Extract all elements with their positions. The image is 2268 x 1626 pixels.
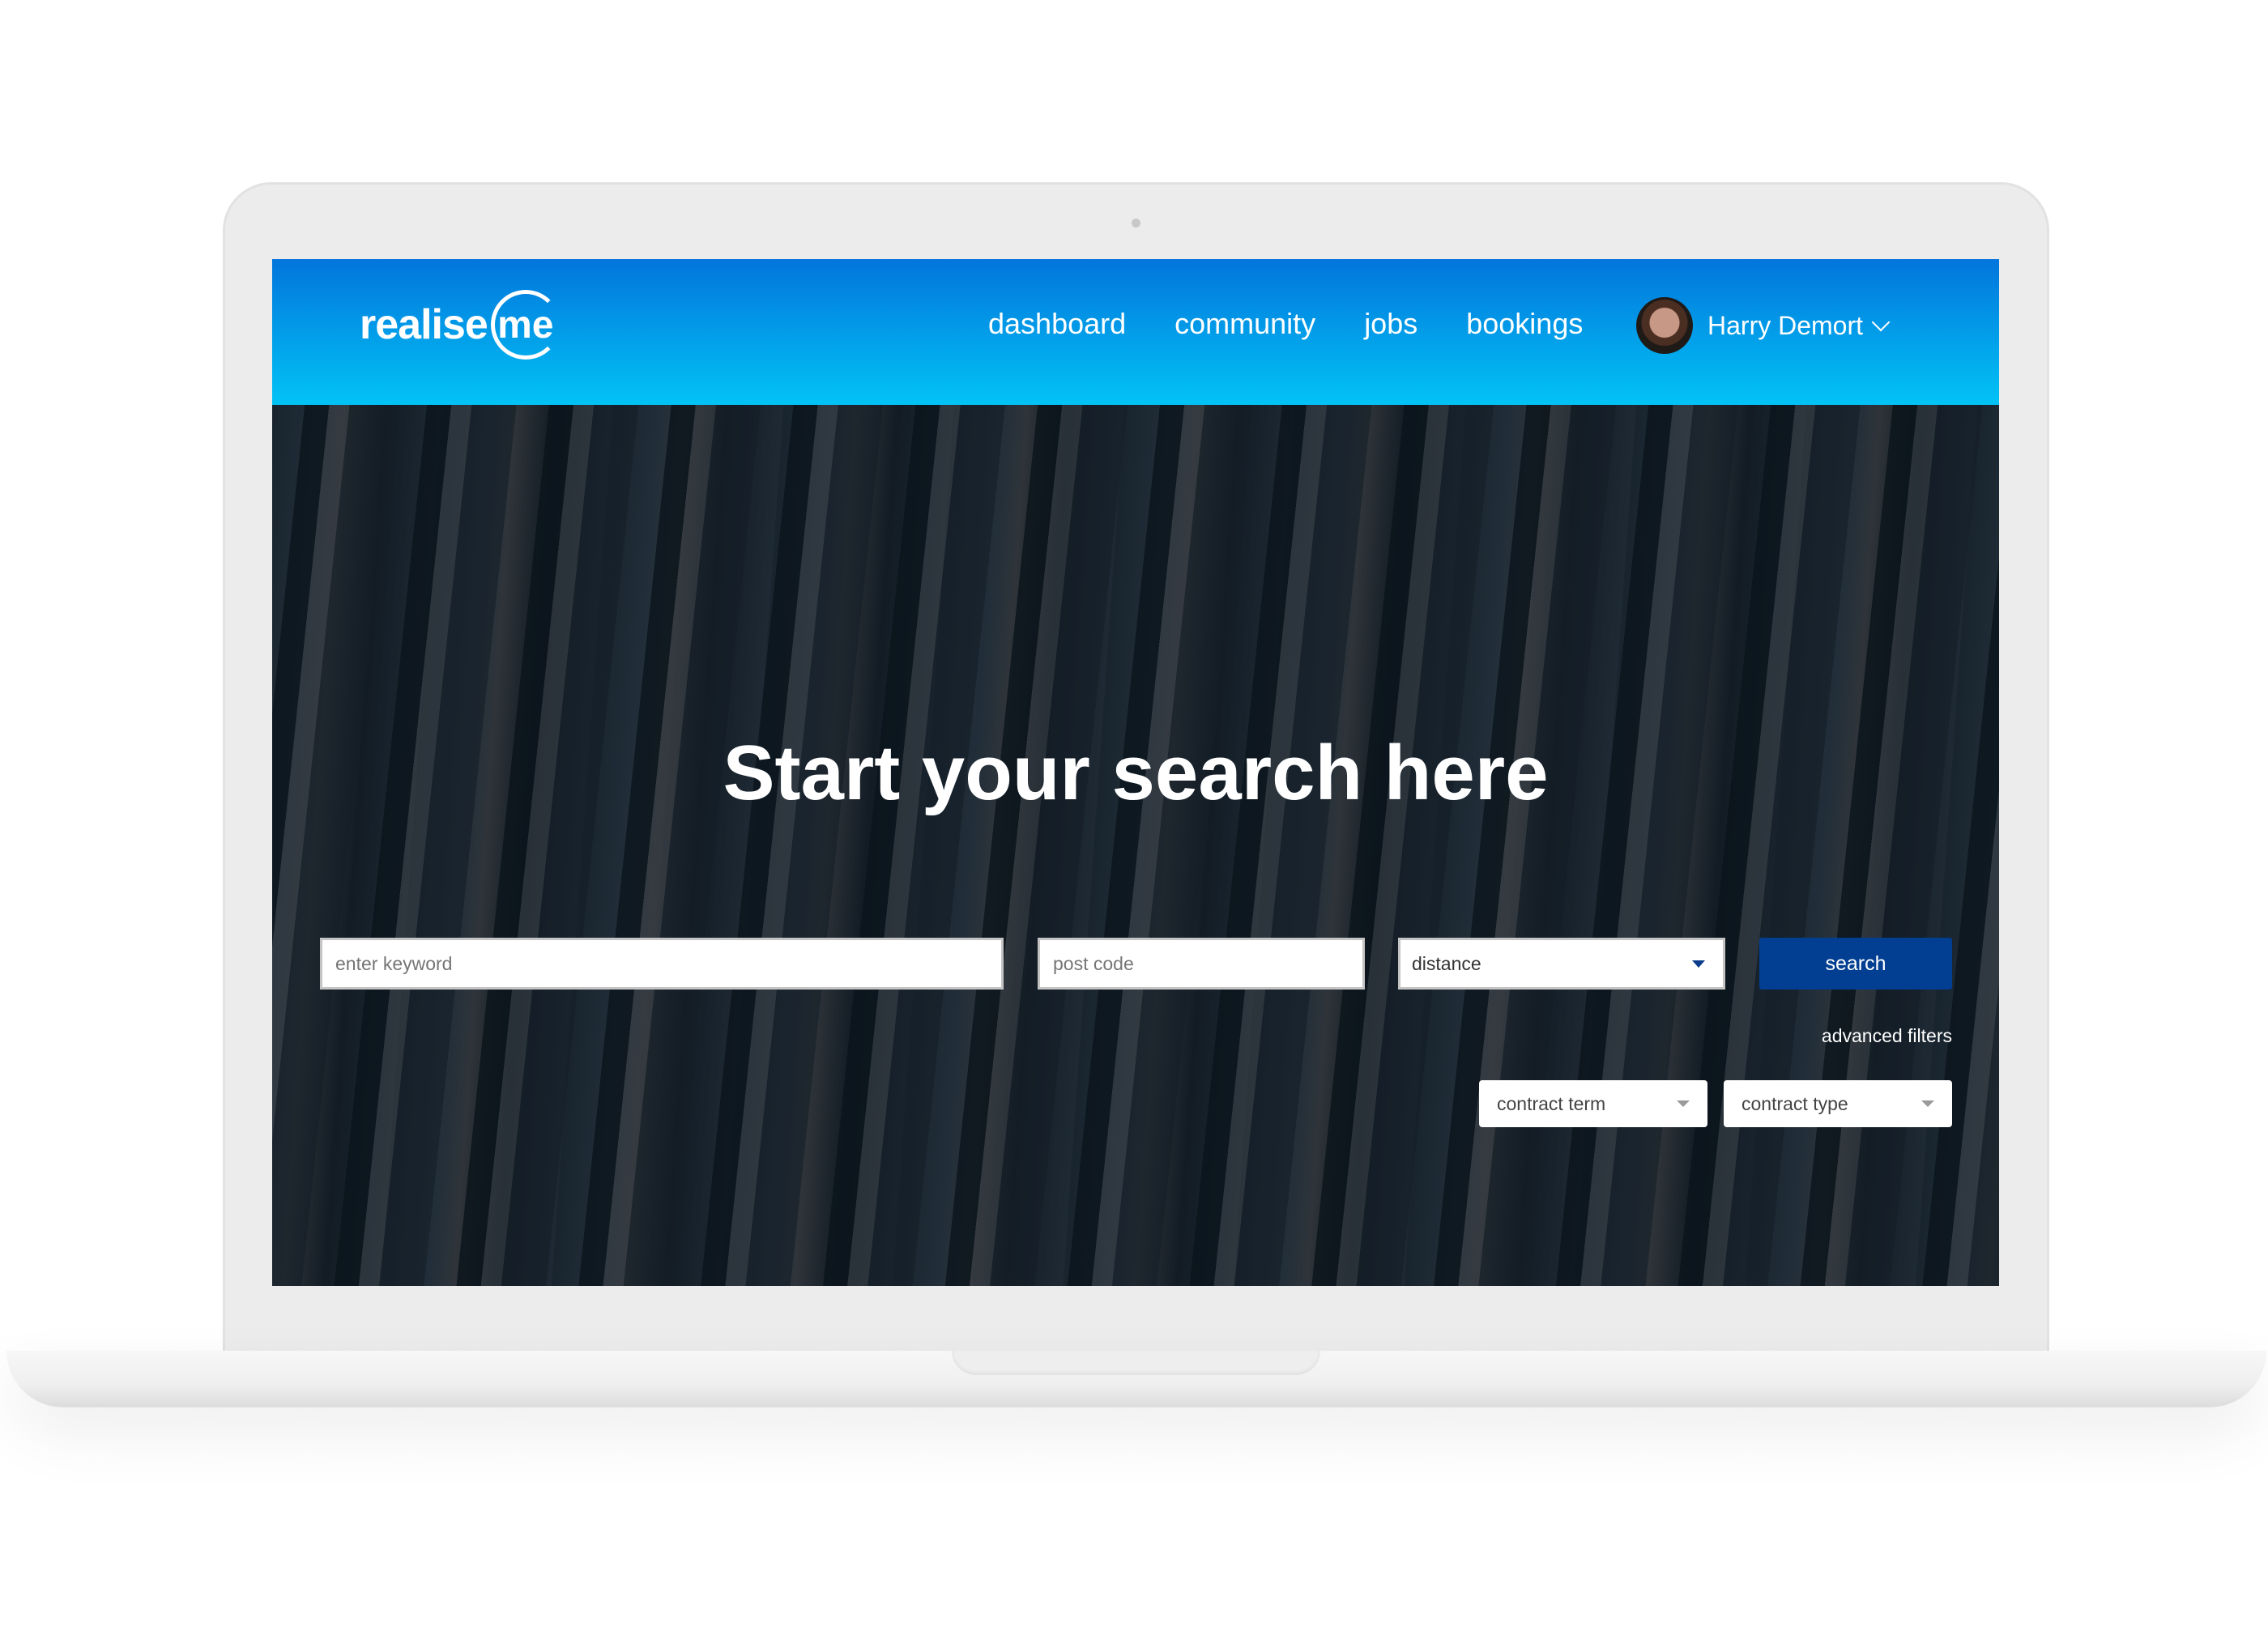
laptop-notch [952, 1351, 1320, 1375]
chevron-down-icon [1871, 313, 1891, 332]
contract-type-value: contract type [1742, 1092, 1848, 1114]
screen: realise me dashboard community jobs book… [272, 259, 1999, 1286]
logo-badge: me [490, 290, 561, 360]
keyword-input[interactable] [334, 951, 1001, 976]
hero-background [272, 405, 1999, 1286]
keyword-field[interactable] [320, 938, 1004, 990]
distance-select[interactable]: distance [1398, 938, 1725, 990]
user-name: Harry Demort [1707, 310, 1864, 340]
contract-term-value: contract term [1497, 1092, 1606, 1114]
postcode-field[interactable] [1038, 938, 1365, 990]
caret-down-icon [1921, 1100, 1934, 1107]
main-nav: dashboard community jobs bookings [988, 304, 1583, 344]
user-menu[interactable]: Harry Demort [1636, 297, 1891, 354]
nav-community[interactable]: community [1174, 304, 1315, 344]
postcode-input[interactable] [1051, 951, 1362, 976]
caret-down-icon [1692, 960, 1705, 968]
brand-logo[interactable]: realise me [360, 290, 561, 360]
caret-down-icon [1677, 1100, 1690, 1107]
search-button[interactable]: search [1759, 938, 1952, 990]
camera-dot [1132, 219, 1140, 228]
distance-value: distance [1412, 952, 1481, 974]
top-nav-bar: realise me dashboard community jobs book… [272, 259, 1999, 405]
contract-term-select[interactable]: contract term [1479, 1080, 1707, 1127]
hero-title: Start your search here [723, 730, 1549, 816]
nav-bookings[interactable]: bookings [1466, 304, 1583, 344]
nav-jobs[interactable]: jobs [1364, 304, 1418, 344]
logo-word: realise [360, 301, 488, 348]
nav-dashboard[interactable]: dashboard [988, 304, 1126, 344]
avatar [1636, 297, 1693, 354]
contract-type-select[interactable]: contract type [1724, 1080, 1952, 1127]
advanced-filters-link[interactable]: advanced filters [1822, 1025, 1952, 1047]
